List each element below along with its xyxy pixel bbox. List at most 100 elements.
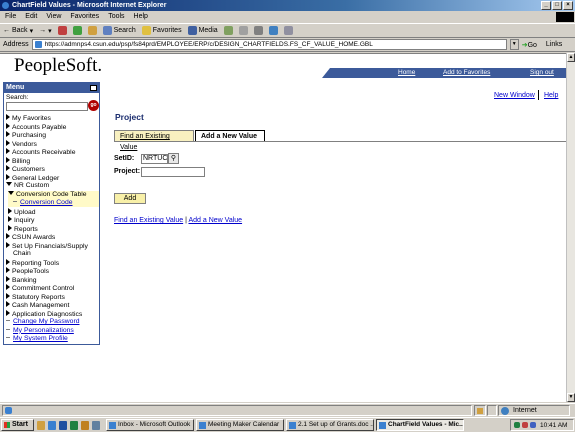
history-icon[interactable] xyxy=(223,26,233,35)
mail-icon[interactable] xyxy=(238,26,248,35)
home-link[interactable]: Home xyxy=(398,69,415,77)
back-button[interactable]: ← Back ▾ xyxy=(3,27,33,35)
quicklaunch-folder-icon[interactable] xyxy=(37,420,45,430)
my-system-profile-link[interactable]: My System Profile xyxy=(6,335,68,343)
print-icon[interactable] xyxy=(253,26,263,35)
setid-input[interactable]: NRTUC xyxy=(141,154,168,164)
collapse-arrow-icon xyxy=(8,190,14,195)
bottom-links: Find an Existing Value | Add a New Value xyxy=(114,217,242,224)
expand-arrow-icon xyxy=(6,131,10,137)
scroll-up-icon[interactable]: ▲ xyxy=(567,53,575,62)
header-bar-slant xyxy=(322,68,330,78)
taskbar-outlook-button[interactable]: Inbox - Microsoft Outlook xyxy=(106,419,194,431)
scroll-down-icon[interactable]: ▼ xyxy=(567,393,575,402)
find-existing-value-link[interactable]: Find an Existing Value xyxy=(114,217,183,224)
quicklaunch-word-icon[interactable] xyxy=(59,420,67,430)
bullet-icon xyxy=(6,328,10,330)
bullet-icon xyxy=(13,201,17,202)
menu-view[interactable]: View xyxy=(46,11,61,23)
quicklaunch-desktop-icon[interactable] xyxy=(92,420,100,430)
expand-arrow-icon xyxy=(6,156,10,163)
menu-file[interactable]: File xyxy=(5,11,16,23)
menu-search-input[interactable] xyxy=(6,102,88,111)
taskbar-word-doc-button[interactable]: 2.1 Set up of Grants.doc ... xyxy=(286,419,374,431)
add-to-favorites-link[interactable]: Add to Favorites xyxy=(443,69,490,77)
menu-item-nr-custom[interactable]: NR Custom xyxy=(6,182,49,190)
minimize-menu-icon[interactable] xyxy=(90,85,97,91)
menu-item-conversion-code-table[interactable]: Conversion Code Table xyxy=(8,190,99,199)
menu-item-conversion-code[interactable]: Conversion Code xyxy=(8,199,99,208)
address-bar: Address https://admnps4.csun.edu/psp/fs8… xyxy=(0,38,575,52)
address-dropdown-icon[interactable]: ▼ xyxy=(509,39,519,50)
clock: 10:41 AM xyxy=(540,421,568,429)
expand-arrow-icon xyxy=(6,284,10,290)
taskbar-chartfield-button[interactable]: ChartField Values - Mic... xyxy=(376,419,464,431)
minimize-icon[interactable]: _ xyxy=(541,1,551,10)
maximize-icon[interactable]: □ xyxy=(552,1,562,10)
menu-item-setup-financials-cont[interactable]: Chain xyxy=(13,250,31,258)
favorites-star-icon xyxy=(141,26,151,35)
expand-arrow-icon xyxy=(6,292,10,299)
discuss-icon[interactable] xyxy=(283,26,293,35)
setid-label: SetID: xyxy=(114,155,135,162)
quicklaunch-outlook-icon[interactable] xyxy=(81,420,89,430)
add-button[interactable]: Add xyxy=(114,193,146,204)
expand-arrow-icon xyxy=(8,216,12,222)
go-button[interactable]: ➔Go xyxy=(522,41,537,49)
project-input[interactable] xyxy=(141,167,205,177)
expand-arrow-icon xyxy=(6,122,10,129)
security-panel xyxy=(474,405,486,416)
tray-icon-2[interactable] xyxy=(522,422,528,428)
expand-arrow-icon xyxy=(8,224,12,231)
expand-arrow-icon xyxy=(6,173,10,180)
menu-header: Menu xyxy=(4,83,99,93)
browser-toolbar: ← Back ▾ → ▾ Search Favorites Media xyxy=(0,23,575,38)
bullet-icon xyxy=(6,320,10,321)
menu-help[interactable]: Help xyxy=(134,11,148,23)
menu-favorites[interactable]: Favorites xyxy=(70,11,99,23)
expand-arrow-icon xyxy=(6,309,10,316)
tab-underline xyxy=(114,141,566,142)
tab-find-existing-value[interactable]: Find an Existing Value xyxy=(114,130,194,151)
menu-tools[interactable]: Tools xyxy=(108,11,124,23)
windows-flag-icon xyxy=(556,12,574,22)
tray-icon-1[interactable] xyxy=(514,422,520,428)
menu-search-go-button[interactable]: go xyxy=(88,100,99,111)
search-button[interactable]: Search xyxy=(102,26,136,35)
media-button[interactable]: Media xyxy=(187,26,218,35)
menu-edit[interactable]: Edit xyxy=(25,11,37,23)
forward-button[interactable]: → ▾ xyxy=(39,27,52,35)
project-label: Project: xyxy=(114,168,141,175)
search-icon xyxy=(102,26,112,35)
edit-icon[interactable] xyxy=(268,26,278,35)
close-icon[interactable]: × xyxy=(563,1,573,10)
page-title: Project xyxy=(115,112,144,122)
tab-add-new-value[interactable]: Add a New Value xyxy=(195,130,265,141)
favorites-button[interactable]: Favorites xyxy=(141,26,182,35)
refresh-icon[interactable] xyxy=(72,26,82,35)
menu-title: Menu xyxy=(6,84,25,91)
address-input[interactable]: https://admnps4.csun.edu/psp/fs84prd/EMP… xyxy=(31,39,507,50)
sign-out-link[interactable]: Sign out xyxy=(530,69,554,77)
quicklaunch-ie-icon[interactable] xyxy=(48,420,56,430)
add-new-value-link[interactable]: Add a New Value xyxy=(188,217,242,224)
help-link[interactable]: Help xyxy=(544,92,558,99)
start-button[interactable]: Start xyxy=(1,419,34,431)
vertical-scrollbar[interactable]: ▲ ▼ xyxy=(566,53,575,402)
taskbar-meeting-maker-button[interactable]: Meeting Maker Calendar xyxy=(196,419,284,431)
browser-menubar: File Edit View Favorites Tools Help xyxy=(0,11,575,23)
change-password-link[interactable]: Change My Password xyxy=(6,318,80,326)
status-panel-empty xyxy=(487,405,497,416)
quicklaunch-excel-icon[interactable] xyxy=(70,420,78,430)
setid-lookup-icon[interactable]: ⚲ xyxy=(168,153,179,164)
stop-icon[interactable] xyxy=(57,26,67,35)
padlock-icon xyxy=(477,408,483,414)
new-window-link[interactable]: New Window xyxy=(494,92,535,99)
home-icon[interactable] xyxy=(87,26,97,35)
expand-arrow-icon xyxy=(6,233,10,239)
status-bar: Internet xyxy=(0,403,575,417)
tray-icon-3[interactable] xyxy=(530,422,536,428)
internet-globe-icon xyxy=(501,407,509,415)
links-button[interactable]: Links xyxy=(546,41,562,48)
my-personalizations-link[interactable]: My Personalizations xyxy=(6,327,74,335)
